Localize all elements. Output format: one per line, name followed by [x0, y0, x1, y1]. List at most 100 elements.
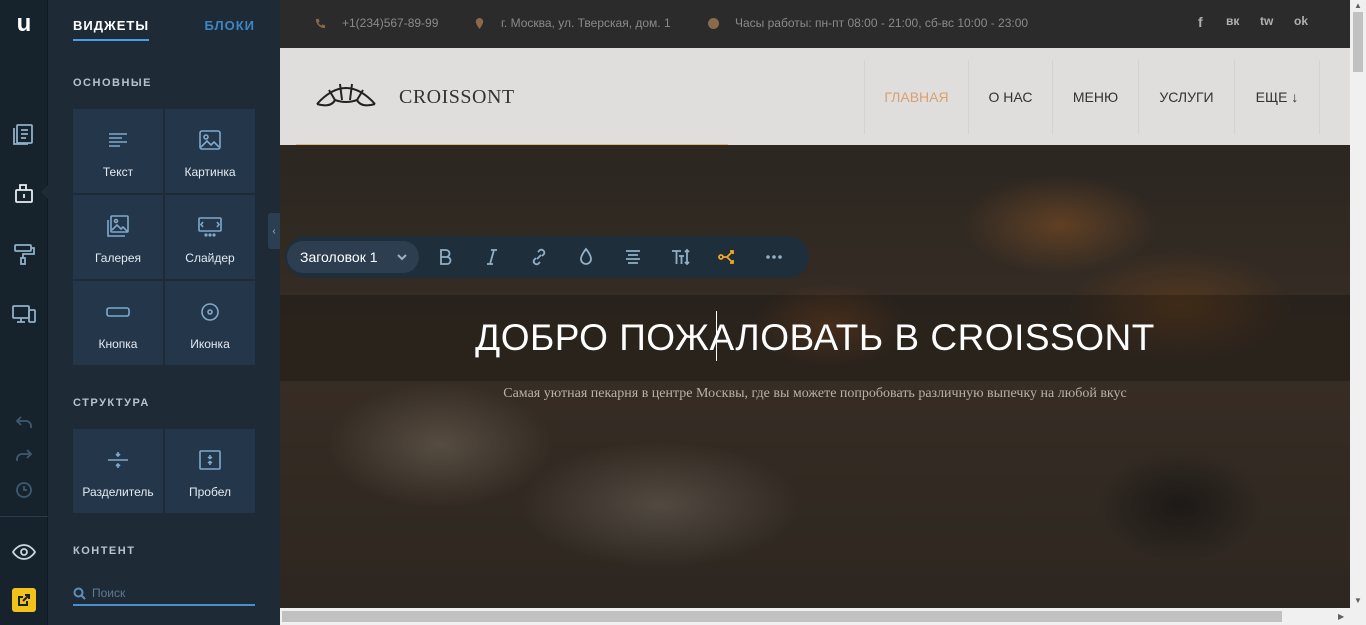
- pages-icon[interactable]: [0, 116, 48, 152]
- hero-title[interactable]: ДОБРО ПОЖАЛОВАТЬ В CROISSONT: [280, 317, 1350, 359]
- italic-button[interactable]: [468, 241, 515, 273]
- tab-widgets[interactable]: ВИДЖЕТЫ: [73, 18, 150, 41]
- undo-icon[interactable]: [0, 404, 48, 440]
- devices-icon[interactable]: [0, 296, 48, 332]
- search-input[interactable]: [92, 586, 242, 600]
- phone-text: +1(234)567-89-99: [342, 16, 439, 30]
- font-size-icon: [671, 248, 690, 266]
- widget-search: [73, 582, 255, 606]
- widget-image[interactable]: Картинка: [165, 109, 255, 193]
- widget-label: Текст: [102, 165, 134, 179]
- color-drop-icon: [579, 247, 592, 265]
- topbar-hours[interactable]: Часы работы: пн-пт 08:00 - 21:00, сб-вс …: [708, 16, 1028, 30]
- link-icon: [532, 248, 545, 266]
- topbar-address[interactable]: г. Москва, ул. Тверская, дом. 1: [474, 16, 671, 30]
- scroll-right-icon[interactable]: ▶: [1338, 612, 1344, 621]
- search-icon: [73, 587, 86, 600]
- design-roller-icon[interactable]: [0, 236, 48, 272]
- widget-button[interactable]: Кнопка: [73, 281, 163, 365]
- facebook-icon[interactable]: f: [1198, 14, 1203, 30]
- slider-icon: [198, 217, 222, 237]
- rail-divider: [0, 516, 48, 517]
- scroll-down-icon[interactable]: ▼: [1354, 596, 1362, 605]
- widget-label: Разделитель: [82, 485, 154, 499]
- section-structure-title: СТРУКТУРА: [73, 397, 150, 409]
- widget-label: Иконка: [190, 337, 230, 351]
- bold-button[interactable]: [421, 241, 468, 273]
- twitter-icon[interactable]: tw: [1260, 14, 1273, 28]
- preview-eye-icon[interactable]: [0, 534, 48, 570]
- left-rail: u: [0, 0, 48, 625]
- app-logo[interactable]: u: [0, 0, 48, 48]
- section-content-title: КОНТЕНТ: [73, 545, 136, 557]
- more-options-button[interactable]: [750, 241, 797, 273]
- widget-divider[interactable]: Разделитель: [73, 429, 163, 513]
- link-button[interactable]: [515, 241, 562, 273]
- hero-section: ДОБРО ПОЖАЛОВАТЬ В CROISSONT Самая уютна…: [280, 145, 1350, 608]
- widget-gallery[interactable]: Галерея: [73, 195, 163, 279]
- vertical-scroll-thumb[interactable]: [1353, 12, 1363, 72]
- icon-icon: [201, 303, 219, 321]
- nav-about[interactable]: О НАС: [968, 60, 1052, 134]
- nav-home[interactable]: ГЛАВНАЯ: [864, 60, 968, 134]
- animation-button[interactable]: [703, 241, 750, 273]
- align-center-icon: [625, 250, 640, 264]
- topbar-phone[interactable]: +1(234)567-89-99: [315, 16, 438, 30]
- text-edit-toolbar: Заголовок 1: [285, 236, 809, 278]
- animation-share-icon: [717, 250, 734, 264]
- gallery-icon: [107, 215, 129, 237]
- section-basic-title: ОСНОВНЫЕ: [73, 77, 152, 89]
- heading-style-value: Заголовок 1: [300, 249, 378, 265]
- widget-label: Пробел: [189, 485, 231, 499]
- heading-style-select[interactable]: Заголовок 1: [287, 241, 419, 273]
- phone-icon: [315, 18, 326, 28]
- widget-label: Галерея: [94, 251, 142, 265]
- text-cursor: [716, 311, 717, 361]
- font-size-button[interactable]: [656, 241, 703, 273]
- vertical-scrollbar[interactable]: ▲ ▼: [1350, 0, 1366, 608]
- more-dots-icon: [765, 255, 782, 259]
- horizontal-scrollbar[interactable]: ▶: [280, 608, 1366, 625]
- odnoklassniki-icon[interactable]: ok: [1294, 14, 1308, 28]
- external-link-icon[interactable]: [12, 588, 36, 612]
- widget-spacer[interactable]: Пробел: [165, 429, 255, 513]
- vk-icon[interactable]: вк: [1226, 14, 1239, 28]
- redo-icon[interactable]: [0, 437, 48, 473]
- active-notch: [41, 185, 48, 199]
- image-icon: [199, 130, 221, 150]
- info-icon: [708, 17, 719, 29]
- hours-text: Часы работы: пн-пт 08:00 - 21:00, сб-вс …: [735, 16, 1029, 30]
- scroll-up-icon[interactable]: ▲: [1354, 1, 1362, 10]
- widget-label: Картинка: [184, 165, 236, 179]
- nav-services[interactable]: УСЛУГИ: [1138, 60, 1234, 134]
- button-icon: [106, 307, 130, 317]
- bold-icon: [439, 249, 451, 265]
- widget-icon[interactable]: Иконка: [165, 281, 255, 365]
- croissant-logo-icon[interactable]: [313, 78, 379, 112]
- address-text: г. Москва, ул. Тверская, дом. 1: [501, 16, 671, 30]
- text-icon: [109, 133, 127, 147]
- site-canvas: +1(234)567-89-99 г. Москва, ул. Тверская…: [280, 0, 1350, 608]
- history-icon[interactable]: [0, 472, 48, 508]
- panel-tabs: ВИДЖЕТЫ БЛОКИ: [73, 18, 255, 42]
- horizontal-scroll-thumb[interactable]: [282, 611, 1282, 622]
- nav-menu[interactable]: МЕНЮ: [1052, 60, 1138, 134]
- collapse-panel-button[interactable]: ‹: [268, 213, 280, 249]
- widget-slider[interactable]: Слайдер: [165, 195, 255, 279]
- tab-blocks[interactable]: БЛОКИ: [204, 18, 255, 33]
- chevron-left-icon: ‹: [272, 225, 276, 237]
- widget-text[interactable]: Текст: [73, 109, 163, 193]
- align-button[interactable]: [609, 241, 656, 273]
- site-header: CROISSONT ГЛАВНАЯ О НАС МЕНЮ УСЛУГИ ЕЩЕ …: [280, 48, 1350, 147]
- italic-icon: [486, 249, 497, 265]
- widget-label: Кнопка: [98, 337, 138, 351]
- site-topbar: +1(234)567-89-99 г. Москва, ул. Тверская…: [280, 0, 1350, 48]
- divider-icon: [108, 452, 128, 468]
- widgets-panel: ВИДЖЕТЫ БЛОКИ ОСНОВНЫЕ Текст Картинка Га…: [48, 0, 280, 625]
- hero-subtitle[interactable]: Самая уютная пекарня в центре Москвы, гд…: [280, 386, 1350, 402]
- widget-label: Слайдер: [185, 251, 235, 265]
- site-brand-name[interactable]: CROISSONT: [399, 86, 515, 109]
- spacer-icon: [199, 450, 221, 470]
- color-button[interactable]: [562, 241, 609, 273]
- nav-more[interactable]: ЕЩЕ ↓: [1234, 60, 1320, 134]
